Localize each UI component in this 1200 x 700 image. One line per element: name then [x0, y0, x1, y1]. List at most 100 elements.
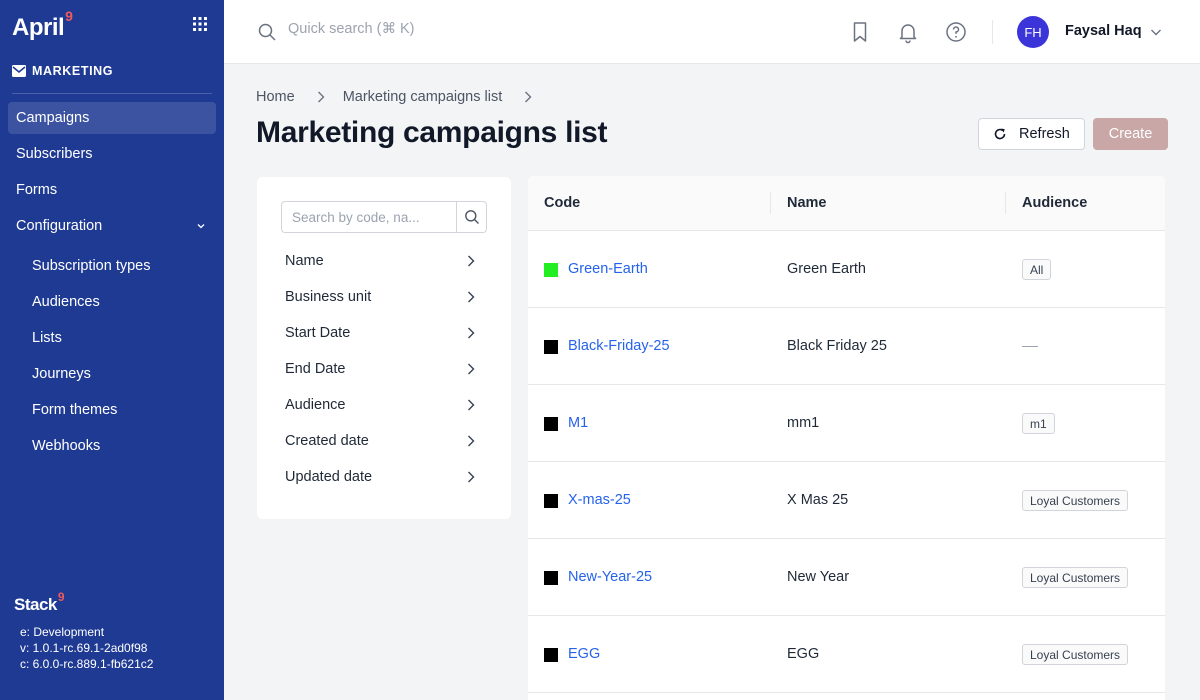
apps-grid-icon[interactable]: [192, 16, 208, 32]
breadcrumb-current[interactable]: Marketing campaigns list: [343, 89, 503, 105]
sidebar-item-lists[interactable]: Lists: [8, 322, 216, 354]
audience-tag: Loyal Customers: [1022, 490, 1129, 511]
table-row[interactable]: M1 mm1 m1: [528, 385, 1165, 462]
logo-text: April: [12, 14, 65, 41]
page-title: Marketing campaigns list: [256, 116, 608, 149]
sidebar-item-label: Campaigns: [16, 110, 90, 126]
chevron-right-icon: [468, 399, 475, 411]
top-bar: Quick search (⌘ K) FH Faysal Haq: [224, 0, 1200, 64]
refresh-button[interactable]: Refresh: [978, 118, 1085, 150]
campaign-code-link[interactable]: X-mas-25: [568, 492, 631, 508]
campaign-name: New Year: [787, 569, 850, 585]
chevron-right-icon: [468, 471, 475, 483]
campaign-name: EGG: [787, 646, 820, 662]
filter-item-label: Start Date: [285, 325, 351, 341]
filter-item[interactable]: End Date: [277, 355, 481, 383]
sidebar-item-label: Configuration: [16, 218, 103, 234]
sidebar-item-label: Lists: [32, 330, 62, 346]
audience-tag: m1: [1022, 413, 1055, 434]
table-row[interactable]: EGG EGG Loyal Customers: [528, 616, 1165, 693]
filter-item[interactable]: Updated date: [277, 463, 481, 491]
section-label: MARKETING: [32, 64, 114, 78]
column-header-name[interactable]: Name: [787, 195, 827, 211]
chevron-down-icon[interactable]: [1150, 27, 1162, 37]
column-header-audience[interactable]: Audience: [1022, 195, 1087, 211]
filter-search-button[interactable]: [456, 202, 486, 232]
sidebar-item-campaigns[interactable]: Campaigns: [8, 102, 216, 134]
mail-icon: [12, 65, 26, 77]
table-row[interactable]: Green-Earth Green Earth All: [528, 231, 1165, 308]
sidebar-item-journeys[interactable]: Journeys: [8, 358, 216, 390]
campaign-name: mm1: [787, 415, 820, 431]
audience-tag: All: [1022, 259, 1052, 280]
filter-item[interactable]: Name: [277, 247, 481, 275]
audience-tag: Loyal Customers: [1022, 567, 1129, 588]
app-logo[interactable]: April 9: [12, 8, 73, 42]
refresh-icon: [994, 128, 1006, 140]
sidebar-item-form-themes[interactable]: Form themes: [8, 394, 216, 426]
column-header-code[interactable]: Code: [544, 195, 580, 211]
filter-item[interactable]: Business unit: [277, 283, 481, 311]
sidebar-item-forms[interactable]: Forms: [8, 174, 216, 206]
chevron-right-icon: [525, 91, 532, 103]
filter-item-label: End Date: [285, 361, 346, 377]
filter-item[interactable]: Audience: [277, 391, 481, 419]
campaign-code-link[interactable]: New-Year-25: [568, 569, 652, 585]
version-label: v: 1.0.1-rc.69.1-2ad0f98: [20, 641, 148, 655]
campaign-code-link[interactable]: EGG: [568, 646, 600, 662]
filter-search-input[interactable]: [282, 202, 456, 232]
filter-item-label: Name: [285, 253, 324, 269]
sidebar-item-subscribers[interactable]: Subscribers: [8, 138, 216, 170]
campaign-code-link[interactable]: M1: [568, 415, 588, 431]
chevron-right-icon: [468, 291, 475, 303]
sidebar-item-label: Webhooks: [32, 438, 101, 454]
chevron-down-icon: [197, 224, 205, 229]
refresh-button-label: Refresh: [1019, 126, 1070, 142]
campaign-code-link[interactable]: Green-Earth: [568, 261, 648, 277]
help-icon[interactable]: [944, 20, 968, 44]
bookmark-icon[interactable]: [848, 20, 872, 44]
campaigns-table: Code Name Audience Green-Earth Green Eart…: [528, 176, 1165, 700]
sidebar-item-label: Journeys: [32, 366, 91, 382]
filter-item-label: Updated date: [285, 469, 373, 485]
table-row[interactable]: New-Year-25 New Year Loyal Customers: [528, 539, 1165, 616]
create-button[interactable]: Create: [1093, 118, 1168, 150]
filter-item[interactable]: Start Date: [277, 319, 481, 347]
campaign-name: X Mas 25: [787, 492, 849, 508]
campaign-code-link[interactable]: Black-Friday-25: [568, 338, 670, 354]
environment-label: e: Development: [20, 625, 105, 639]
sidebar-item-audiences[interactable]: Audiences: [8, 286, 216, 318]
filter-item-label: Audience: [285, 397, 346, 413]
search-icon[interactable]: [257, 22, 277, 42]
color-swatch: [544, 417, 558, 431]
color-swatch: [544, 263, 558, 277]
column-divider: [1005, 192, 1006, 214]
chevron-right-icon: [468, 435, 475, 447]
bell-icon[interactable]: [896, 20, 920, 44]
sidebar-item-configuration[interactable]: Configuration: [8, 210, 216, 242]
sidebar: April 9 MARKETING Campaigns Subscribers …: [0, 0, 224, 700]
filter-search: [281, 201, 487, 233]
filter-item-label: Business unit: [285, 289, 372, 305]
user-name[interactable]: Faysal Haq: [1065, 23, 1142, 39]
sidebar-item-label: Forms: [16, 182, 58, 198]
color-swatch: [544, 571, 558, 585]
breadcrumb: Home Marketing campaigns list: [256, 89, 550, 105]
filter-item[interactable]: Created date: [277, 427, 481, 455]
stack-logo-superscript: 9: [57, 590, 65, 604]
chevron-right-icon: [468, 363, 475, 375]
sidebar-item-label: Form themes: [32, 402, 118, 418]
sidebar-item-webhooks[interactable]: Webhooks: [8, 430, 216, 462]
chevron-right-icon: [468, 327, 475, 339]
table-row[interactable]: X-mas-25 X Mas 25 Loyal Customers: [528, 462, 1165, 539]
table-header: Code Name Audience: [528, 176, 1165, 231]
sidebar-item-subscription-types[interactable]: Subscription types: [8, 250, 216, 282]
avatar[interactable]: FH: [1017, 16, 1049, 48]
search-icon: [464, 210, 479, 224]
table-row[interactable]: Black-Friday-25 Black Friday 25: [528, 308, 1165, 385]
breadcrumb-home[interactable]: Home: [256, 89, 295, 105]
campaign-name: Black Friday 25: [787, 338, 887, 354]
chevron-right-icon: [468, 255, 475, 267]
quick-search-input[interactable]: Quick search (⌘ K): [288, 21, 415, 37]
core-version-label: c: 6.0.0-rc.889.1-fb621c2: [20, 657, 154, 671]
